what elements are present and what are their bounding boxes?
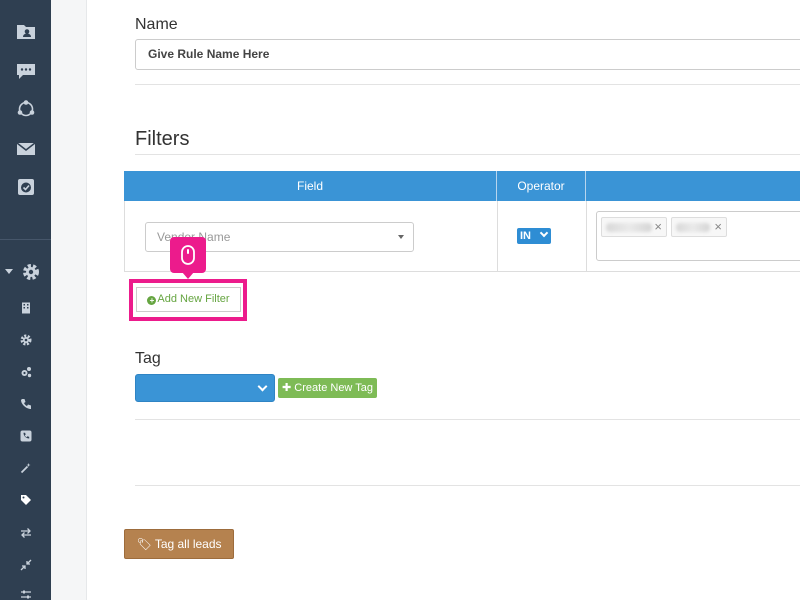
sliders-icon[interactable] [0,590,51,600]
operator-value: IN [520,230,531,242]
tags-icon: 🏷 [136,537,155,551]
operator-select[interactable]: IN [517,228,551,244]
create-new-tag-label: Create New Tag [294,382,373,394]
name-label: Name [135,16,178,33]
value-chip: × [671,217,727,237]
tag-select[interactable] [135,374,275,402]
rule-name-input[interactable]: Give Rule Name Here [135,39,800,70]
header-operator: Operator [497,171,586,201]
filters-title: Filters [135,128,190,150]
sidebar-gutter [51,0,87,600]
cog-icon[interactable] [0,333,51,347]
header-values [586,171,800,201]
values-multiselect[interactable]: × × [596,211,800,261]
building-icon[interactable] [0,301,51,315]
filters-divider [135,154,800,155]
value-chip: × [601,217,667,237]
app-frame: Name Give Rule Name Here Filters Field O… [0,0,800,600]
exchange-icon[interactable] [0,526,51,540]
folder-user-icon[interactable] [0,20,51,42]
tag-icon[interactable] [0,493,51,507]
checklist-icon[interactable] [0,176,51,198]
gear-icon[interactable] [5,261,56,283]
add-new-filter-button[interactable]: + Add New Filter [136,287,241,312]
mouse-icon [181,245,195,265]
filters-table-header: Field Operator [124,171,800,201]
phone-icon[interactable] [0,397,51,411]
compress-icon[interactable] [0,558,51,572]
remove-chip-icon[interactable]: × [654,219,662,234]
create-new-tag-button[interactable]: ✚ Create New Tag [278,378,377,398]
chevron-down-icon [257,381,268,392]
cell-separator [497,201,498,272]
sidebar-divider [0,239,51,240]
phone-square-icon[interactable] [0,429,51,443]
plus-icon: ✚ [282,382,295,394]
tag-all-leads-button[interactable]: 🏷 Tag all leads [124,529,234,559]
click-indicator-pin [170,237,206,279]
header-field: Field [124,171,497,201]
divider [135,419,800,420]
chevron-down-icon [539,228,549,238]
cogs-icon[interactable] [0,365,51,379]
chat-icon[interactable] [0,60,51,82]
plus-circle-icon: + [147,296,157,305]
remove-chip-icon[interactable]: × [714,219,722,234]
caret-down-icon [398,235,404,239]
mail-icon[interactable] [0,138,51,160]
divider [135,485,800,486]
network-icon[interactable] [0,98,51,120]
tag-all-leads-label: Tag all leads [154,537,222,551]
add-new-filter-label: Add New Filter [157,293,230,305]
cell-separator [586,201,587,272]
tag-label: Tag [135,350,161,367]
rule-form: Name Give Rule Name Here Filters Field O… [88,0,800,600]
sidebar [0,0,51,600]
redacted-value [606,223,652,232]
redacted-value [676,223,710,232]
divider [135,84,800,85]
magic-wand-icon[interactable] [0,461,51,475]
